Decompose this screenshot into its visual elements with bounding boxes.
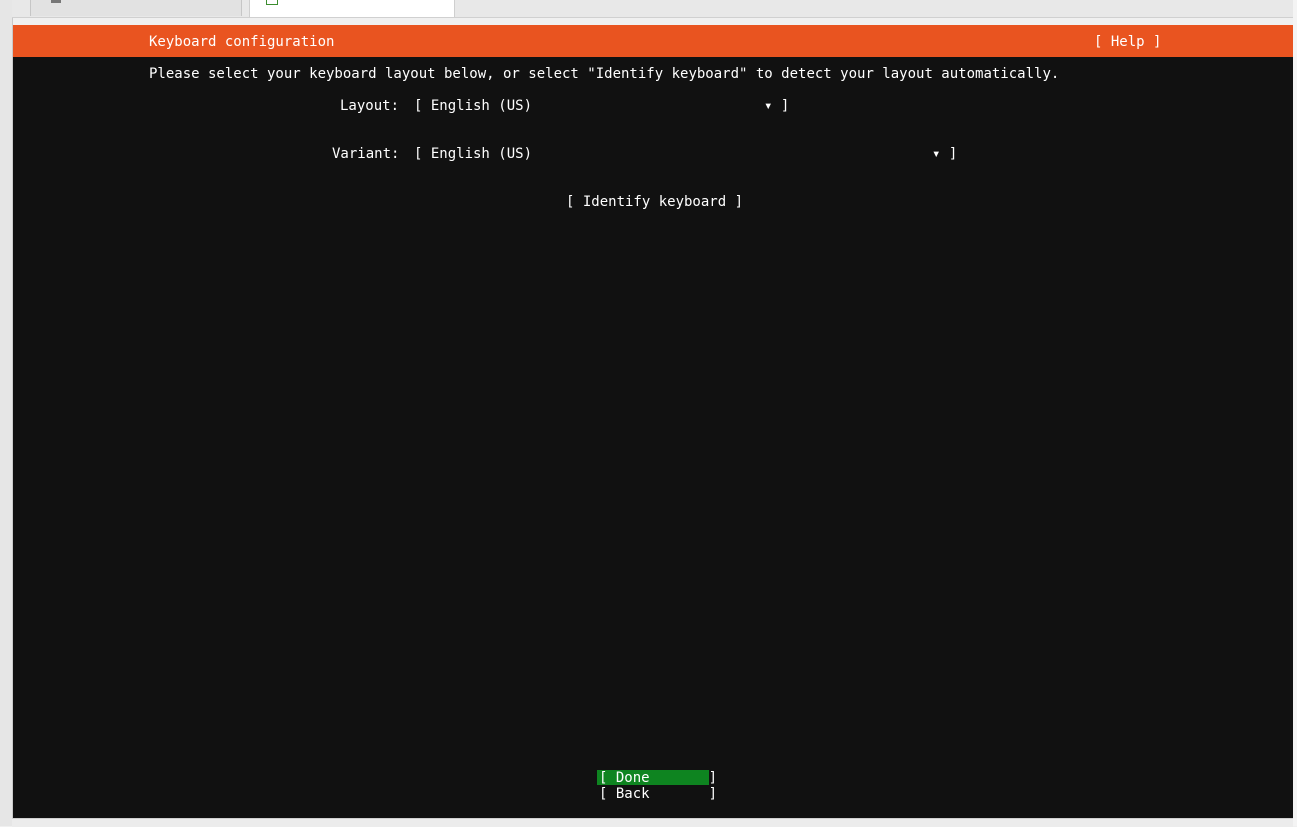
help-button[interactable]: [ Help ]	[1094, 34, 1161, 50]
identify-keyboard-button[interactable]: [ Identify keyboard ]	[566, 194, 743, 210]
done-button[interactable]: [ Done ]	[599, 770, 717, 786]
host-window-left-edge	[0, 0, 13, 826]
console-icon	[266, 0, 278, 5]
variant-label: Variant:	[332, 146, 400, 162]
back-button[interactable]: [ Back ]	[599, 786, 717, 802]
menu-icon	[51, 0, 61, 3]
host-tab-fullscreen[interactable]	[30, 0, 242, 16]
host-tab-bar	[12, 0, 1293, 18]
layout-label: Layout:	[340, 98, 400, 114]
installer-screen: Keyboard configuration [ Help ] Please s…	[13, 25, 1293, 818]
variant-dropdown-arrow-icon[interactable]: ▾ ]	[932, 146, 957, 162]
variant-dropdown[interactable]: [ English (US)	[414, 146, 532, 162]
host-tab-vm-console[interactable]	[249, 0, 455, 17]
instructions-text: Please select your keyboard layout below…	[149, 66, 1060, 82]
layout-dropdown[interactable]: [ English (US)	[414, 98, 532, 114]
host-window-right-edge	[1293, 0, 1297, 826]
layout-dropdown-arrow-icon[interactable]: ▾ ]	[764, 98, 789, 114]
page-title: Keyboard configuration	[149, 34, 335, 50]
